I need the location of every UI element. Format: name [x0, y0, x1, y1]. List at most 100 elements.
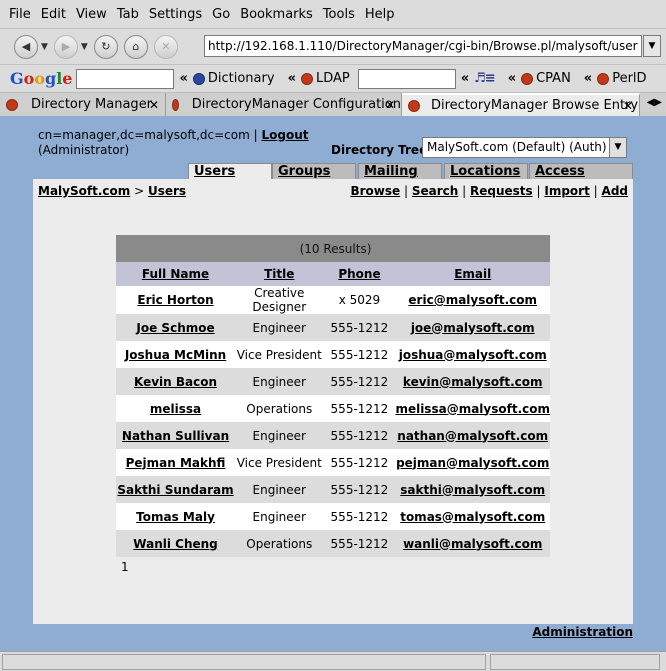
table-row: Eric Horton Creative Designer x 5029 eric@m…	[116, 286, 550, 314]
user-email-link[interactable]: tomas@malysoft.com	[400, 510, 545, 524]
user-title: Creative Designer	[252, 286, 307, 314]
user-full-name-link[interactable]: melissa	[150, 402, 201, 416]
user-full-name-link[interactable]: Nathan Sullivan	[122, 429, 229, 443]
breadcrumb-current-link[interactable]: Users	[148, 184, 186, 198]
user-email-link[interactable]: wanli@malysoft.com	[403, 537, 542, 551]
tab-directorymanager-browse-entry[interactable]: DirectoryManager Browse Entry ✕	[402, 93, 640, 116]
import-link[interactable]: Import	[544, 184, 589, 198]
login-dn: cn=manager,dc=malysoft,dc=com	[38, 128, 250, 142]
bookmark-perld[interactable]: PerlD	[597, 71, 647, 86]
menu-tools[interactable]: Tools	[323, 7, 355, 22]
address-dropdown-icon[interactable]: ▼	[643, 35, 661, 57]
ldap-search-input[interactable]	[357, 68, 456, 89]
column-header-full-name[interactable]: Full Name	[142, 267, 209, 281]
user-email-link[interactable]: joshua@malysoft.com	[399, 348, 547, 362]
user-full-name-link[interactable]: Pejman Makhfi	[126, 456, 226, 470]
back-history-dropdown-icon[interactable]: ▼	[41, 42, 48, 52]
user-full-name-link[interactable]: Kevin Bacon	[134, 375, 217, 389]
column-header-phone[interactable]: Phone	[338, 267, 380, 281]
close-tab-icon[interactable]: ✕	[623, 99, 633, 113]
tab-locations[interactable]: Locations	[444, 163, 528, 179]
status-text-area	[2, 654, 486, 670]
menu-bookmarks[interactable]: Bookmarks	[240, 7, 313, 22]
page-number[interactable]: 1	[121, 560, 129, 574]
user-title: Engineer	[252, 509, 306, 524]
directory-tree-select[interactable]: MalySoft.com (Default) (Auth)	[422, 137, 627, 158]
user-title: Operations	[246, 401, 313, 416]
tab-mailing-lists[interactable]: Mailing Lists	[358, 163, 442, 194]
tab-scroll-arrows-icon[interactable]: ◀▶	[647, 97, 662, 108]
breadcrumb-separator: >	[134, 184, 145, 198]
dictionary-icon	[192, 72, 205, 85]
user-phone: 555-1212	[330, 536, 389, 551]
bookmark-icon	[597, 72, 610, 85]
user-phone: 555-1212	[330, 347, 389, 362]
user-full-name-link[interactable]: Tomas Maly	[136, 510, 215, 524]
toolbar-overflow-arrow[interactable]: «	[508, 71, 516, 86]
bookmarks-toolbar: Google « Dictionary « LDAP « ♬≡ « CPAN «…	[0, 64, 666, 92]
menu-edit[interactable]: Edit	[41, 7, 66, 22]
bookmark-icon	[300, 72, 313, 85]
breadcrumb-root-link[interactable]: MalySoft.com	[38, 184, 130, 198]
menu-help[interactable]: Help	[365, 7, 395, 22]
page-icon	[408, 99, 420, 112]
requests-link[interactable]: Requests	[470, 184, 533, 198]
bookmark-cpan[interactable]: CPAN	[521, 71, 571, 86]
toolbar-overflow-arrow[interactable]: «	[179, 71, 187, 86]
menu-go[interactable]: Go	[212, 7, 230, 22]
user-title: Engineer	[252, 428, 306, 443]
close-tab-icon[interactable]: ✕	[149, 98, 159, 112]
administration-link[interactable]: Administration	[532, 625, 633, 639]
user-email-link[interactable]: joe@malysoft.com	[411, 321, 535, 335]
back-icon[interactable]: ◀	[14, 34, 38, 59]
user-full-name-link[interactable]: Joe Schmoe	[136, 321, 214, 335]
toolbar-overflow-arrow[interactable]: «	[288, 71, 296, 86]
forward-icon[interactable]: ▶	[53, 34, 78, 59]
column-header-title[interactable]: Title	[264, 267, 294, 281]
user-phone: 555-1212	[330, 401, 389, 416]
table-row: Joe Schmoe Engineer 555-1212 joe@malysoft.c…	[116, 314, 550, 341]
add-link[interactable]: Add	[602, 184, 628, 198]
menu-settings[interactable]: Settings	[149, 7, 202, 22]
directory-tree-dropdown-icon[interactable]: ▼	[609, 138, 626, 157]
user-email-link[interactable]: pejman@malysoft.com	[396, 456, 549, 470]
forward-history-dropdown-icon[interactable]: ▼	[81, 42, 88, 52]
google-search-input[interactable]	[76, 68, 175, 89]
address-bar[interactable]: http://192.168.1.110/DirectoryManager/cg…	[204, 35, 642, 57]
tab-users[interactable]: Users	[188, 163, 272, 180]
close-tab-icon[interactable]: ✕	[385, 98, 395, 112]
user-email-link[interactable]: sakthi@malysoft.com	[400, 483, 545, 497]
column-header-email[interactable]: Email	[454, 267, 491, 281]
tab-directorymanager-configuration[interactable]: DirectoryManager Configuration ✕	[166, 93, 402, 116]
user-full-name-link[interactable]: Wanli Cheng	[133, 537, 217, 551]
browse-link[interactable]: Browse	[350, 184, 400, 198]
menu-view[interactable]: View	[76, 7, 107, 22]
toolbar-overflow-arrow[interactable]: «	[461, 71, 469, 86]
tab-groups[interactable]: Groups	[272, 163, 356, 179]
page-icon	[172, 98, 179, 111]
home-icon[interactable]: ⌂	[123, 34, 148, 59]
user-email-link[interactable]: melissa@malysoft.com	[395, 402, 550, 416]
user-full-name-link[interactable]: Sakthi Sundaram	[117, 483, 233, 497]
toolbar-overflow-arrow[interactable]: «	[584, 71, 592, 86]
user-full-name-link[interactable]: Joshua McMinn	[125, 348, 226, 362]
stop-icon[interactable]: ✕	[153, 34, 178, 59]
logout-link[interactable]: Logout	[261, 128, 308, 142]
tab-access-groups[interactable]: Access Groups	[529, 163, 633, 194]
user-email-link[interactable]: eric@malysoft.com	[408, 293, 537, 307]
user-email-link[interactable]: kevin@malysoft.com	[403, 375, 543, 389]
bookmark-dictionary[interactable]: Dictionary	[192, 71, 275, 86]
navigation-toolbar: ◀ ▼ ▶ ▼ ↻ ⌂ ✕ http://192.168.1.110/Direc…	[0, 28, 666, 64]
menu-tab[interactable]: Tab	[117, 7, 139, 22]
status-progress-area	[490, 654, 660, 670]
menu-file[interactable]: File	[9, 7, 31, 22]
search-link[interactable]: Search	[412, 184, 458, 198]
user-email-link[interactable]: nathan@malysoft.com	[397, 429, 548, 443]
reload-icon[interactable]: ↻	[93, 34, 118, 59]
bookmark-ldap[interactable]: LDAP	[300, 71, 350, 86]
bookmark-search-engine[interactable]: ♬≡	[474, 71, 496, 86]
tab-directory-manager[interactable]: Directory Manager ✕	[0, 93, 166, 116]
table-row: Wanli Cheng Operations 555-1212 wanli@malys…	[116, 530, 550, 557]
user-phone: 555-1212	[330, 428, 389, 443]
user-full-name-link[interactable]: Eric Horton	[137, 293, 213, 307]
